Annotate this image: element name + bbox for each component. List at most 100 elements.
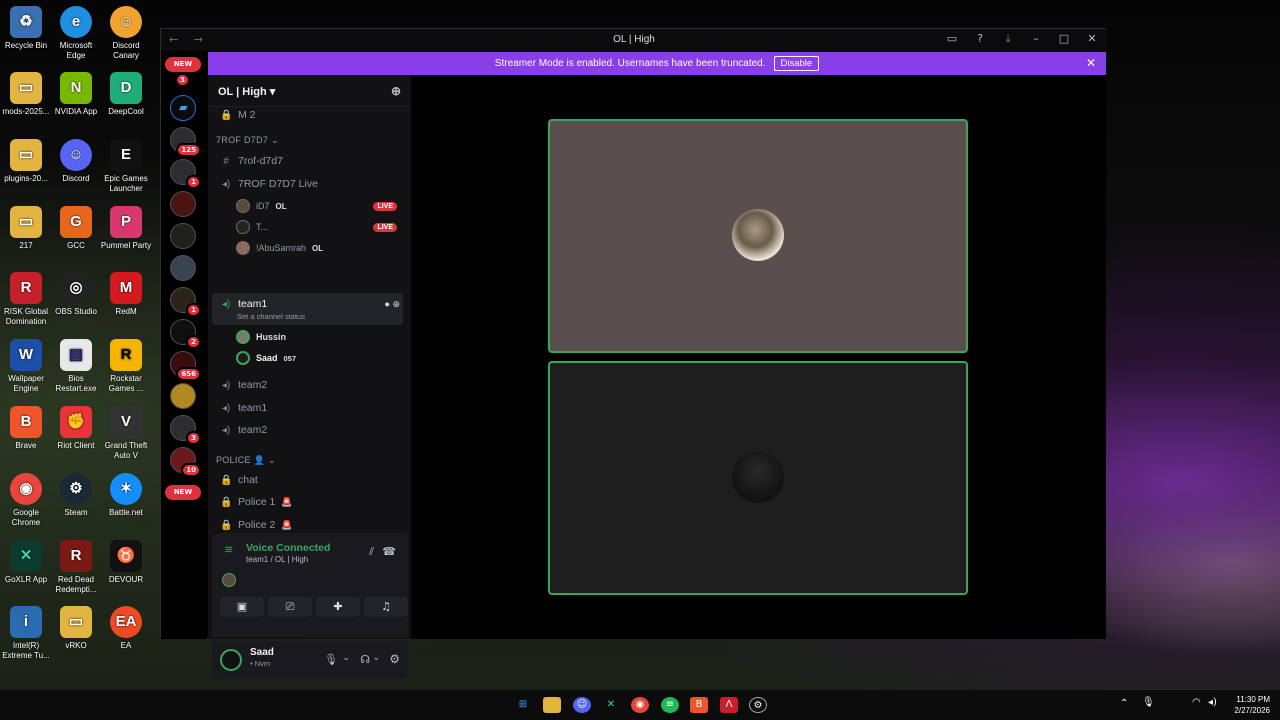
username[interactable]: Saad xyxy=(250,647,274,658)
goxlr-taskbar-icon[interactable]: ✕ xyxy=(602,697,620,713)
desktop-icon[interactable]: e Microsoft Edge xyxy=(50,6,102,61)
spotify-icon[interactable]: ≡ xyxy=(661,697,679,713)
desktop-icon[interactable]: ⚙ Steam xyxy=(50,473,102,518)
microphone-icon[interactable]: 🎙 xyxy=(1142,697,1155,708)
download-icon[interactable]: ⤓ xyxy=(1001,32,1015,46)
maximize-button[interactable]: □ xyxy=(1057,32,1071,46)
folder-server[interactable]: ▰ xyxy=(170,95,196,121)
activities-button[interactable]: ✚ xyxy=(316,597,360,617)
windows-start-icon[interactable]: ⊞ xyxy=(514,697,532,713)
voice-channel[interactable]: ◂) team1 xyxy=(216,398,404,418)
server-icon[interactable]: 3 xyxy=(170,415,201,445)
disable-button[interactable]: Disable xyxy=(773,56,820,71)
close-button[interactable]: ✕ xyxy=(1085,32,1099,46)
discord-taskbar-icon[interactable]: ☺ xyxy=(573,697,591,713)
server-icon[interactable] xyxy=(170,255,196,281)
participant-tile[interactable] xyxy=(548,361,968,595)
microphone-icon[interactable]: 🎙 xyxy=(324,653,338,666)
disconnect-icon[interactable]: ☎ xyxy=(382,545,396,558)
desktop-icon[interactable]: R Rockstar Games ... xyxy=(100,339,152,394)
text-channel[interactable]: #7rof-d7d7 xyxy=(216,151,404,171)
desktop-icon[interactable]: R RISK Global Domination xyxy=(0,272,52,327)
server-icon[interactable] xyxy=(170,223,196,249)
desktop-icon[interactable]: i Intel(R) Extreme Tu... xyxy=(0,606,52,661)
text-channel[interactable]: 🔒 chat xyxy=(216,470,404,490)
desktop-icon[interactable]: W Wallpaper Engine xyxy=(0,339,52,394)
new-pill[interactable]: NEW xyxy=(165,57,201,72)
clock[interactable]: 11:30 PM 2/27/2026 xyxy=(1234,694,1270,716)
brave-taskbar-icon[interactable]: B xyxy=(690,697,708,713)
desktop-icon[interactable]: ♉ DEVOUR xyxy=(100,540,152,585)
voice-user[interactable]: T... LIVE xyxy=(236,218,403,236)
noise-suppression-icon[interactable]: ⫽ xyxy=(369,545,374,559)
desktop-icon[interactable]: ✕ GoXLR App xyxy=(0,540,52,585)
server-icon[interactable]: 10 xyxy=(170,447,201,477)
server-icon[interactable]: 656 xyxy=(170,351,201,381)
desktop-icon[interactable]: EA EA xyxy=(100,606,152,651)
camera-button[interactable]: ▣ xyxy=(220,597,264,617)
chat-icon[interactable]: ● ⊕ xyxy=(385,299,400,310)
server-icon[interactable]: 1 xyxy=(170,287,201,317)
voice-channel[interactable]: ◂) 7ROF D7D7 Live xyxy=(216,174,404,194)
avatar[interactable] xyxy=(220,649,242,671)
server-icon[interactable] xyxy=(170,191,196,217)
desktop-icon[interactable]: ◎ OBS Studio xyxy=(50,272,102,317)
category-header[interactable]: 7ROF D7D7 ⌄ xyxy=(216,135,279,146)
desktop-icon[interactable]: G GCC xyxy=(50,206,102,251)
channel-status[interactable]: Set a channel status xyxy=(237,312,305,321)
desktop-icon[interactable]: B Brave xyxy=(0,406,52,451)
minimize-button[interactable]: – xyxy=(1029,32,1043,46)
desktop-icon[interactable]: ◉ Google Chrome xyxy=(0,473,52,528)
wifi-icon[interactable]: ◠ xyxy=(1192,697,1201,708)
close-icon[interactable]: ✕ xyxy=(1086,56,1096,70)
desktop-icon[interactable]: M RedM xyxy=(100,272,152,317)
server-icon[interactable] xyxy=(170,383,196,409)
desktop-icon[interactable]: ✶ Battle.net xyxy=(100,473,152,518)
voice-user[interactable]: Saad 057 xyxy=(236,349,403,367)
server-icon[interactable]: 1 xyxy=(170,159,201,189)
voice-status[interactable]: Voice Connected xyxy=(246,542,330,554)
channel-m2[interactable]: 🔒 M 2 xyxy=(216,105,404,125)
voice-channel[interactable]: ◂) team2 xyxy=(216,375,404,395)
voice-user[interactable]: iD7 OL LIVE xyxy=(236,197,403,215)
desktop-icon[interactable]: V Grand Theft Auto V xyxy=(100,406,152,461)
desktop-icon[interactable]: ▭ vRKO xyxy=(50,606,102,651)
voice-user[interactable]: Hussin xyxy=(236,328,403,346)
desktop-icon[interactable]: R Red Dead Redempti... xyxy=(50,540,102,595)
desktop-icon[interactable]: ▭ mods-2025... xyxy=(0,72,52,117)
desktop-icon[interactable]: ✊ Riot Client xyxy=(50,406,102,451)
volume-icon[interactable]: ◂) xyxy=(1208,697,1217,708)
guild-header[interactable]: OL | High ▾ ⊕ xyxy=(208,75,411,107)
steam-taskbar-icon[interactable]: ⚙ xyxy=(749,697,767,713)
signal-icon[interactable]: ≋ xyxy=(224,543,233,556)
server-icon[interactable]: 125 xyxy=(170,127,201,157)
gear-icon[interactable]: ⚙ xyxy=(389,652,400,666)
server-icon[interactable]: 2 xyxy=(170,319,201,349)
soundboard-button[interactable]: ♫ xyxy=(364,597,408,617)
chevron-up-icon[interactable]: ⌃ xyxy=(1120,698,1128,709)
desktop-icon[interactable]: ☺ Discord Canary xyxy=(100,6,152,61)
help-icon[interactable]: ? xyxy=(973,32,987,46)
headphones-icon[interactable]: ☊ xyxy=(360,653,370,666)
desktop-icon[interactable]: E Epic Games Launcher xyxy=(100,139,152,194)
category-header[interactable]: POLICE 👤 ⌄ xyxy=(216,455,276,466)
voice-channel[interactable]: 🔒 Police 1 🚨 xyxy=(216,492,404,512)
chevron-down-icon[interactable]: ⌄ xyxy=(372,653,380,663)
desktop-icon[interactable]: D DeepCool xyxy=(100,72,152,117)
voice-channel-active[interactable]: ◂) team1 ● ⊕ xyxy=(216,294,404,314)
file-explorer-icon[interactable] xyxy=(543,697,561,713)
voice-user[interactable]: !AbuSamrah OL xyxy=(236,239,403,257)
add-member-icon[interactable]: ⊕ xyxy=(391,84,401,98)
desktop-icon[interactable]: ▤ Bios Restart.exe xyxy=(50,339,102,394)
voice-channel[interactable]: 🔒 Police 2 🚨 xyxy=(216,515,404,535)
inbox-icon[interactable]: ▭ xyxy=(945,32,959,46)
avatar[interactable] xyxy=(222,573,236,587)
chevron-down-icon[interactable]: ⌄ xyxy=(342,653,350,663)
screen-share-button[interactable]: ⎚ xyxy=(268,597,312,617)
participant-tile[interactable] xyxy=(548,119,968,353)
app-taskbar-icon[interactable]: Λ xyxy=(720,697,738,713)
desktop-icon[interactable]: ☺ Discord xyxy=(50,139,102,184)
desktop-icon[interactable]: ♻ Recycle Bin xyxy=(0,6,52,51)
new-pill[interactable]: NEW xyxy=(165,485,201,500)
chrome-taskbar-icon[interactable]: ◉ xyxy=(631,697,649,713)
